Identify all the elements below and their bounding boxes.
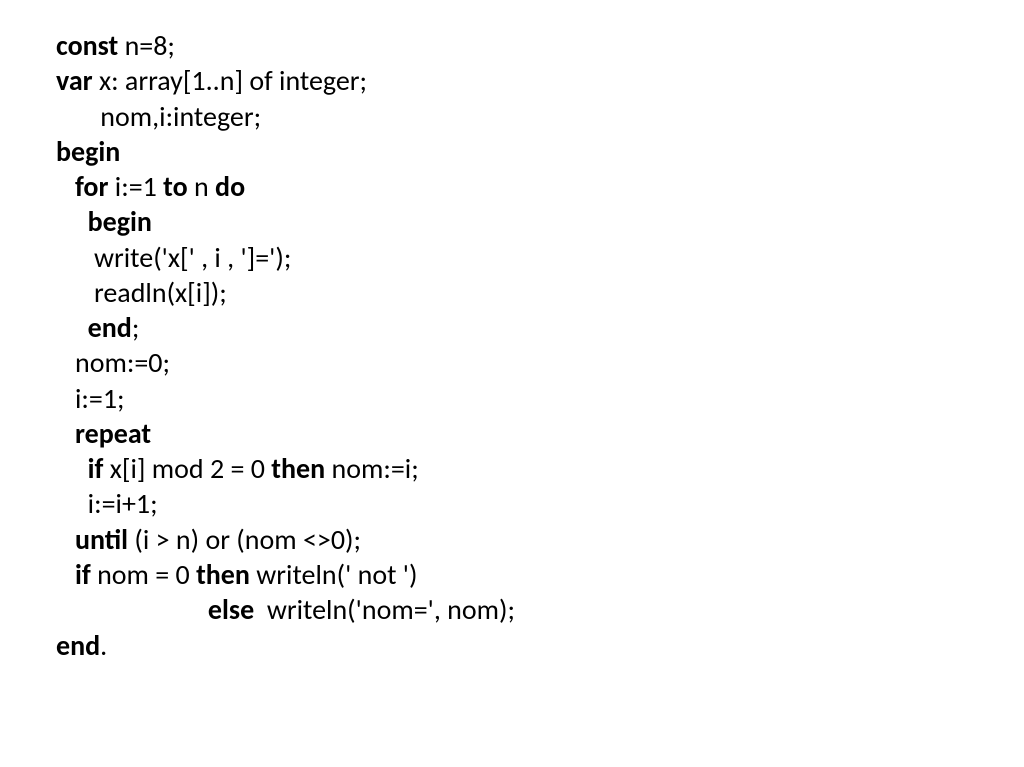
keyword-then: then xyxy=(271,451,325,486)
keyword-until: until xyxy=(75,522,128,557)
code-text xyxy=(56,451,88,486)
code-text: x[i] mod 2 = 0 xyxy=(103,451,271,486)
code-block: const n=8; var x: array[1..n] of integer… xyxy=(56,28,968,663)
code-text: nom:=i; xyxy=(325,451,419,486)
code-text xyxy=(56,310,88,345)
code-text xyxy=(56,204,88,239)
code-text xyxy=(56,169,75,204)
code-text: writeln(' not ') xyxy=(250,557,418,592)
code-text xyxy=(56,416,75,451)
code-text: n=8; xyxy=(118,28,175,63)
code-text: i:=1; xyxy=(56,381,125,416)
keyword-begin: begin xyxy=(56,134,120,169)
code-text: . xyxy=(100,628,107,663)
keyword-var: var xyxy=(56,63,93,98)
code-text: nom:=0; xyxy=(56,345,170,380)
keyword-if: if xyxy=(88,451,104,486)
code-text: write('x[' , i , ']='); xyxy=(56,240,291,275)
keyword-for: for xyxy=(75,169,108,204)
keyword-const: const xyxy=(56,28,118,63)
code-text xyxy=(56,592,208,627)
keyword-end: end xyxy=(56,628,100,663)
code-text: nom,i:integer; xyxy=(56,99,261,134)
keyword-then: then xyxy=(196,557,250,592)
keyword-end: end xyxy=(88,310,132,345)
code-text: ; xyxy=(132,310,140,345)
code-text: readln(x[i]); xyxy=(56,275,227,310)
keyword-else: else xyxy=(208,592,254,627)
code-text: n xyxy=(188,169,215,204)
keyword-to: to xyxy=(163,169,188,204)
code-text: x: array[1..n] of integer; xyxy=(93,63,367,98)
keyword-do: do xyxy=(215,169,245,204)
keyword-if: if xyxy=(75,557,91,592)
code-text: writeln('nom=', nom); xyxy=(254,592,515,627)
code-text xyxy=(56,522,75,557)
code-text: i:=i+1; xyxy=(56,486,158,521)
code-text: i:=1 xyxy=(108,169,163,204)
page-content: const n=8; var x: array[1..n] of integer… xyxy=(0,0,1024,691)
code-text: (i > n) or (nom <>0); xyxy=(128,522,361,557)
code-text: nom = 0 xyxy=(91,557,196,592)
keyword-begin: begin xyxy=(88,204,152,239)
keyword-repeat: repeat xyxy=(75,416,151,451)
code-text xyxy=(56,557,75,592)
